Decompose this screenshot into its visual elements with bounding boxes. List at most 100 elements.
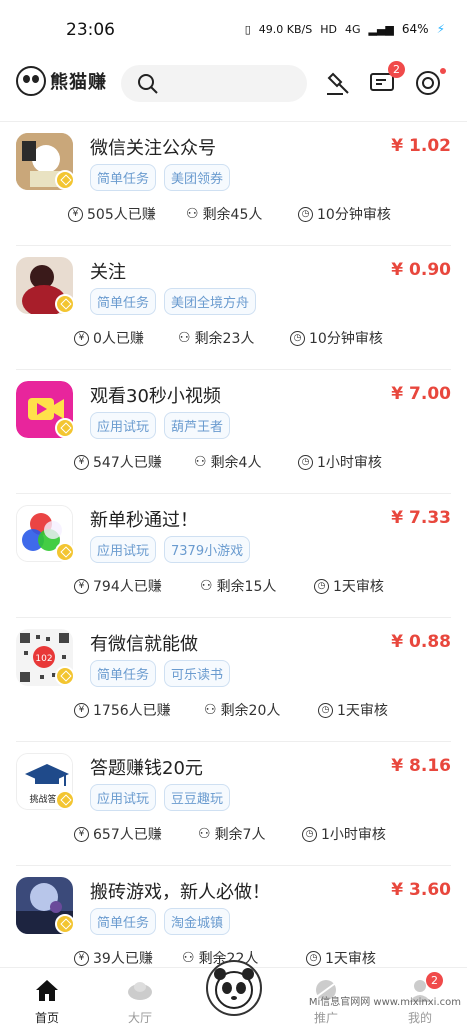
task-tag: 美团领券 xyxy=(164,164,231,191)
task-tag: 7379小游戏 xyxy=(164,536,251,563)
list-item[interactable]: 挑战答 答题赚钱20元 ¥ 8.16 应用试玩 豆豆趣玩 ¥657人已赚 ⚇ 剩余… xyxy=(16,742,451,866)
review-time: 10分钟审核 xyxy=(317,207,391,223)
clock-icon: ◷ xyxy=(302,826,317,842)
remaining-count: 剩余15人 xyxy=(216,579,277,595)
watermark: Mi信息官网网 www.mixinxi.com xyxy=(308,997,461,1008)
task-tags: 简单任务 淘金城镇 xyxy=(90,908,231,935)
app-header: 熊猫赚 2 xyxy=(0,56,467,114)
status-time: 23:06 xyxy=(66,20,115,40)
camera-icon[interactable] xyxy=(414,68,446,98)
task-title: 新单秒通过！ xyxy=(90,510,198,531)
remaining-count: 剩余45人 xyxy=(202,207,263,223)
nav-home[interactable]: 首页 xyxy=(17,978,77,1024)
camera-dot xyxy=(440,68,446,74)
task-tags: 简单任务 可乐读书 xyxy=(90,660,231,687)
earned-count: 1756人已赚 xyxy=(93,703,171,719)
yen-icon: ¥ xyxy=(74,702,89,718)
task-title: 有微信就能做 xyxy=(90,634,198,655)
vip-badge-icon xyxy=(55,914,75,934)
task-title: 关注 xyxy=(90,262,126,283)
task-tags: 应用试玩 葫芦王者 xyxy=(90,412,231,439)
charging-icon: ⚡ xyxy=(436,22,445,36)
clock-icon: ◷ xyxy=(314,578,329,594)
task-tag: 葫芦王者 xyxy=(164,412,231,439)
task-meta: ¥794人已赚 ⚇ 剩余15人 ◷ 1天审核 xyxy=(74,576,384,596)
task-list: 微信关注公众号 ¥ 1.02 简单任务 美团领券 ¥505人已赚 ⚇ 剩余45人 … xyxy=(0,122,467,990)
task-meta: ¥657人已赚 ⚇ 剩余7人 ◷ 1小时审核 xyxy=(74,824,386,844)
remaining-count: 剩余7人 xyxy=(214,827,266,843)
yen-icon: ¥ xyxy=(74,578,89,594)
earned-count: 39人已赚 xyxy=(93,951,153,967)
task-title: 观看30秒小视频 xyxy=(90,386,221,407)
task-tag: 简单任务 xyxy=(90,288,157,315)
list-item[interactable]: 微信关注公众号 ¥ 1.02 简单任务 美团领券 ¥505人已赚 ⚇ 剩余45人 … xyxy=(16,122,451,246)
panda-center-button[interactable] xyxy=(206,960,262,1016)
task-price: ¥ 0.90 xyxy=(391,260,451,280)
task-tags: 应用试玩 豆豆趣玩 xyxy=(90,784,231,811)
list-item[interactable]: 观看30秒小视频 ¥ 7.00 应用试玩 葫芦王者 ¥547人已赚 ⚇ 剩余4人 … xyxy=(16,370,451,494)
review-time: 1天审核 xyxy=(325,951,376,967)
vip-badge-icon xyxy=(55,294,75,314)
task-tag: 可乐读书 xyxy=(164,660,231,687)
task-title: 搬砖游戏，新人必做！ xyxy=(90,882,270,903)
list-item[interactable]: 新单秒通过！ ¥ 7.33 应用试玩 7379小游戏 ¥794人已赚 ⚇ 剩余15… xyxy=(16,494,451,618)
nav-hall-label: 大厅 xyxy=(127,1011,152,1024)
nav-home-label: 首页 xyxy=(34,1011,59,1024)
person-icon: ⚇ xyxy=(198,826,211,842)
list-item[interactable]: 关注 ¥ 0.90 简单任务 美团全境方舟 ¥0人已赚 ⚇ 剩余23人 ◷ 10分钟… xyxy=(16,246,451,370)
task-title: 答题赚钱20元 xyxy=(90,758,203,779)
yen-icon: ¥ xyxy=(74,950,89,966)
panda-icon xyxy=(214,968,254,1009)
vibrate-icon: ▯ xyxy=(244,22,251,36)
person-icon: ⚇ xyxy=(204,702,217,718)
vip-badge-icon xyxy=(55,666,75,686)
clock-icon: ◷ xyxy=(290,330,305,346)
clock-icon: ◷ xyxy=(298,454,313,470)
hammer-icon[interactable] xyxy=(323,68,353,98)
mine-badge: 2 xyxy=(426,972,443,989)
earned-count: 0人已赚 xyxy=(93,331,144,347)
person-icon: ⚇ xyxy=(194,454,207,470)
task-price: ¥ 0.88 xyxy=(391,632,451,652)
app-name: 熊猫赚 xyxy=(50,72,107,93)
net-speed: 49.0 KB/S xyxy=(258,22,313,36)
earned-count: 505人已赚 xyxy=(87,207,156,223)
person-icon: ⚇ xyxy=(178,330,191,346)
search-bar[interactable] xyxy=(121,65,307,102)
task-price: ¥ 3.60 xyxy=(391,880,451,900)
task-tag: 简单任务 xyxy=(90,908,157,935)
status-bar: 23:06 ▯ 49.0 KB/S HD 4G ▂▄▆ 64% ⚡ xyxy=(0,0,467,52)
task-price: ¥ 1.02 xyxy=(391,136,451,156)
app-logo: 熊猫赚 xyxy=(16,66,107,96)
task-tag: 应用试玩 xyxy=(90,536,157,563)
list-item[interactable]: 102 有微信就能做 ¥ 0.88 简单任务 可乐读书 ¥1756人已赚 ⚇ 剩余… xyxy=(16,618,451,742)
task-meta: ¥1756人已赚 ⚇ 剩余20人 ◷ 1天审核 xyxy=(74,700,388,720)
nav-hall[interactable]: 大厅 xyxy=(110,978,170,1024)
task-tag: 美团全境方舟 xyxy=(164,288,257,315)
task-tags: 应用试玩 7379小游戏 xyxy=(90,536,251,563)
nav-mine-label: 我的 xyxy=(407,1011,432,1024)
vip-badge-icon xyxy=(55,170,75,190)
task-tag: 豆豆趣玩 xyxy=(164,784,231,811)
clock-icon: ◷ xyxy=(298,206,313,222)
earned-count: 657人已赚 xyxy=(93,827,162,843)
yen-icon: ¥ xyxy=(74,826,89,842)
clock-icon: ◷ xyxy=(306,950,321,966)
nav-promo-label: 推广 xyxy=(313,1011,338,1024)
status-icons: ▯ 49.0 KB/S HD 4G ▂▄▆ 64% ⚡ xyxy=(245,22,445,36)
remaining-count: 剩余20人 xyxy=(220,703,281,719)
home-icon xyxy=(36,980,58,1001)
earned-count: 794人已赚 xyxy=(93,579,162,595)
panda-logo-icon xyxy=(16,66,46,96)
hd-label: HD xyxy=(320,22,337,36)
task-tag: 应用试玩 xyxy=(90,412,157,439)
yen-icon: ¥ xyxy=(68,206,83,222)
qr-label: 102 xyxy=(35,654,52,664)
signal-icon: ▂▄▆ xyxy=(368,22,394,36)
battery-level: 64% xyxy=(401,22,429,36)
clock-icon: ◷ xyxy=(318,702,333,718)
task-tag: 应用试玩 xyxy=(90,784,157,811)
review-time: 1小时审核 xyxy=(321,827,386,843)
message-icon[interactable]: 2 xyxy=(368,61,405,98)
signal-label: 4G xyxy=(344,22,361,36)
